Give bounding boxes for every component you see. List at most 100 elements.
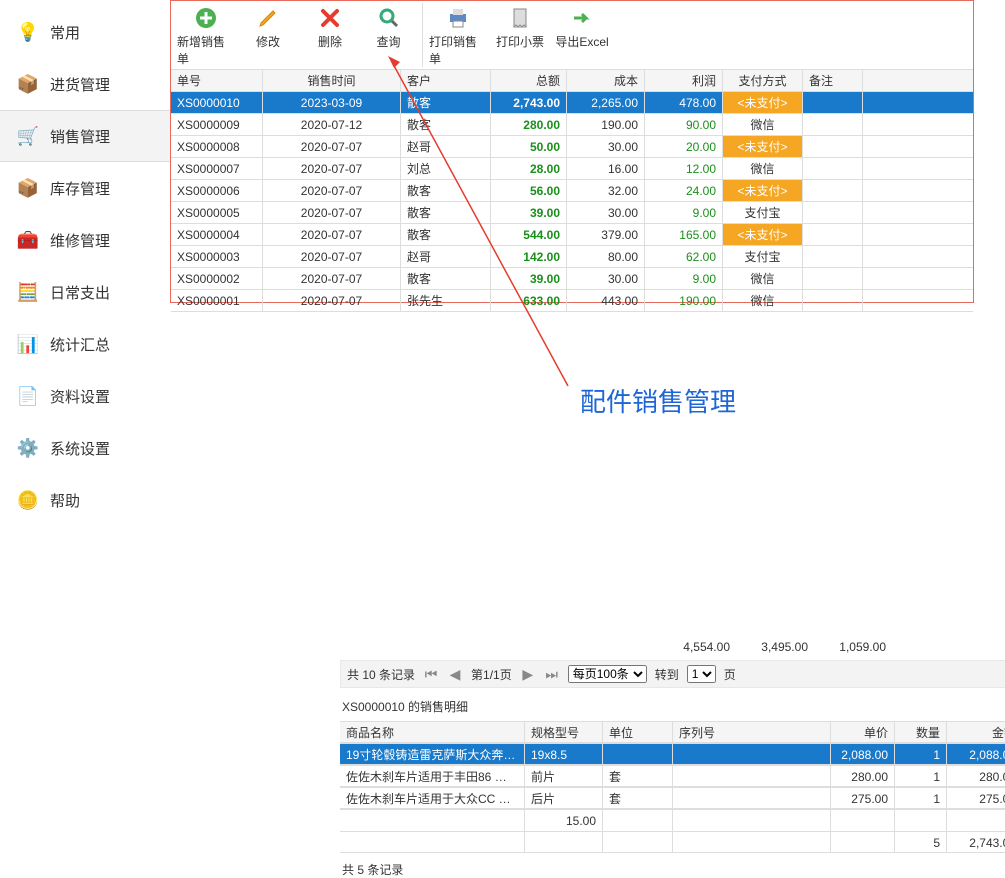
edit-icon — [255, 5, 281, 31]
table-row[interactable]: XS00000042020-07-07散客544.00379.00165.00<… — [171, 224, 973, 246]
table-row[interactable]: XS00000062020-07-07散客56.0032.0024.00<未支付… — [171, 180, 973, 202]
sidebar-icon: 🛒 — [16, 124, 40, 148]
dcol-serial[interactable]: 序列号 — [673, 722, 831, 742]
sum-profit: 1,059.00 — [814, 640, 892, 654]
tool-label: 查询 — [376, 33, 400, 50]
col-total[interactable]: 总额 — [491, 70, 567, 91]
tool-receipt[interactable]: 打印小票 — [489, 3, 551, 67]
detail-panel: XS0000010 的销售明细 商品名称 规格型号 单位 序列号 单价 数量 金… — [340, 696, 1005, 878]
table-row[interactable]: XS00000032020-07-07赵哥142.0080.0062.00支付宝 — [171, 246, 973, 268]
col-time[interactable]: 销售时间 — [263, 70, 401, 91]
tool-export[interactable]: 导出Excel — [551, 3, 613, 67]
sidebar-icon: 🧰 — [16, 228, 40, 252]
sidebar-icon: 💡 — [16, 20, 40, 44]
sidebar-label: 进货管理 — [50, 74, 110, 95]
sidebar-icon: 🧮 — [16, 280, 40, 304]
goto-suffix: 页 — [724, 666, 736, 683]
tool-label: 打印小票 — [496, 33, 544, 50]
goto-label: 转到 — [655, 666, 679, 683]
table-row[interactable]: XS00000092020-07-12散客280.00190.0090.00微信 — [171, 114, 973, 136]
sum-total: 4,554.00 — [660, 640, 736, 654]
dcol-spec[interactable]: 规格型号 — [525, 722, 603, 742]
dcol-price[interactable]: 单价 — [831, 722, 895, 742]
sidebar-icon: ⚙️ — [16, 436, 40, 460]
sidebar-item-7[interactable]: 📄 资料设置 — [0, 370, 170, 422]
tool-label: 修改 — [256, 33, 280, 50]
sidebar-label: 销售管理 — [50, 126, 110, 147]
dcol-amount[interactable]: 金额 — [947, 722, 1005, 742]
col-cost[interactable]: 成本 — [567, 70, 645, 91]
sidebar-item-5[interactable]: 🧮 日常支出 — [0, 266, 170, 318]
tool-add[interactable]: 新增销售单 — [175, 3, 237, 67]
table-row[interactable]: XS00000072020-07-07刘总28.0016.0012.00微信 — [171, 158, 973, 180]
sidebar-item-6[interactable]: 📊统计汇总 — [0, 318, 170, 370]
sidebar-icon: 🪙 — [16, 488, 40, 512]
dcol-unit[interactable]: 单位 — [603, 722, 673, 742]
sidebar-label: 日常支出 — [50, 282, 110, 303]
table-row[interactable]: XS00000052020-07-07散客39.0030.009.00支付宝 — [171, 202, 973, 224]
tool-label: 删除 — [318, 33, 342, 50]
col-number[interactable]: 单号 — [171, 70, 263, 91]
sidebar-icon: 📦 — [16, 176, 40, 200]
detail-count: 共 5 条记录 — [340, 861, 1005, 878]
totals-row: 4,554.00 3,495.00 1,059.00 — [340, 640, 1005, 654]
page-size-select[interactable]: 每页100条 — [568, 665, 647, 683]
col-customer[interactable]: 客户 — [401, 70, 491, 91]
table-row[interactable]: XS00000012020-07-07张先生633.00443.00190.00… — [171, 290, 973, 312]
sidebar-item-8[interactable]: ⚙️系统设置 — [0, 422, 170, 474]
sales-panel: 新增销售单 修改 删除 查询 打印销售单打印小票导出Excel 单号 销售时间 客户 总… — [170, 0, 974, 303]
col-profit[interactable]: 利润 — [645, 70, 723, 91]
pager-last[interactable]: ⏭ — [544, 666, 560, 683]
sidebar-label: 维修管理 — [50, 230, 110, 251]
add-icon — [193, 5, 219, 31]
tool-label: 打印销售单 — [429, 33, 487, 67]
col-payment[interactable]: 支付方式 — [723, 70, 803, 91]
printer-icon — [445, 5, 471, 31]
detail-row-partial[interactable]: 15.00 — [340, 809, 1005, 831]
table-row[interactable]: XS00000082020-07-07赵哥50.0030.0020.00<未支付… — [171, 136, 973, 158]
detail-row[interactable]: 19寸轮毂铸造雷克萨斯大众奔驰奥...19x8.52,088.0012,088.… — [340, 743, 1005, 765]
pager-first[interactable]: ⏮ — [423, 666, 439, 683]
goto-page-select[interactable]: 1 — [687, 665, 716, 683]
toolbar: 新增销售单 修改 删除 查询 打印销售单打印小票导出Excel — [171, 1, 973, 70]
sidebar-icon: 📦 — [16, 72, 40, 96]
sidebar-item-0[interactable]: 💡 常用 — [0, 6, 170, 58]
sidebar-icon: 📄 — [16, 384, 40, 408]
tool-label: 新增销售单 — [177, 33, 235, 67]
delete-icon — [317, 5, 343, 31]
table-row[interactable]: XS00000102023-03-09散客2,743.002,265.00478… — [171, 92, 973, 114]
dcol-qty[interactable]: 数量 — [895, 722, 947, 742]
pager: 共 10 条记录 ⏮ ◀ 第1/1页 ▶ ⏭ 每页100条 转到 1 页 — [340, 660, 1005, 688]
tool-delete[interactable]: 删除 — [299, 3, 361, 67]
receipt-icon — [507, 5, 533, 31]
sidebar-label: 帮助 — [50, 490, 80, 511]
search-icon — [376, 5, 402, 31]
sidebar-item-3[interactable]: 📦库存管理 — [0, 162, 170, 214]
tool-label: 导出Excel — [555, 33, 608, 50]
detail-row[interactable]: 佐佐木刹车片适用于大众CC 后片后片套275.001275.00210.00 — [340, 787, 1005, 809]
dcol-name[interactable]: 商品名称 — [340, 722, 525, 742]
page-indicator: 第1/1页 — [471, 666, 512, 683]
sidebar-item-4[interactable]: 🧰 维修管理 — [0, 214, 170, 266]
sidebar: 💡 常用 📦 进货管理 🛒 销售管理 📦库存管理 🧰 维修管理 🧮 日常支出 📊统计汇总 📄 资料设置 ⚙️… — [0, 0, 170, 860]
detail-sum-row: 5 2,743.00 2,265.00 — [340, 831, 1005, 853]
detail-header-row: 商品名称 规格型号 单位 序列号 单价 数量 金额 成本 备注 — [340, 721, 1005, 743]
tool-printer[interactable]: 打印销售单 — [427, 3, 489, 67]
detail-row[interactable]: 佐佐木刹车片适用于丰田86 前片前片套280.001280.00190.00 — [340, 765, 1005, 787]
sidebar-item-2[interactable]: 🛒 销售管理 — [0, 110, 170, 162]
detail-title: XS0000010 的销售明细 — [340, 696, 1005, 721]
annotation-title: 配件销售管理 — [580, 382, 736, 419]
pager-next[interactable]: ▶ — [520, 666, 536, 683]
tool-edit[interactable]: 修改 — [237, 3, 299, 67]
sidebar-label: 常用 — [50, 22, 80, 43]
main-area: 新增销售单 修改 删除 查询 打印销售单打印小票导出Excel 单号 销售时间 客户 总… — [170, 0, 1005, 860]
sidebar-item-1[interactable]: 📦 进货管理 — [0, 58, 170, 110]
col-remark[interactable]: 备注 — [803, 70, 863, 91]
sidebar-item-9[interactable]: 🪙 帮助 — [0, 474, 170, 526]
export-icon — [569, 5, 595, 31]
sidebar-icon: 📊 — [16, 332, 40, 356]
pager-prev[interactable]: ◀ — [447, 666, 463, 683]
table-row[interactable]: XS00000022020-07-07散客39.0030.009.00微信 — [171, 268, 973, 290]
tool-search[interactable]: 查询 — [361, 3, 423, 67]
sidebar-label: 资料设置 — [50, 386, 110, 407]
